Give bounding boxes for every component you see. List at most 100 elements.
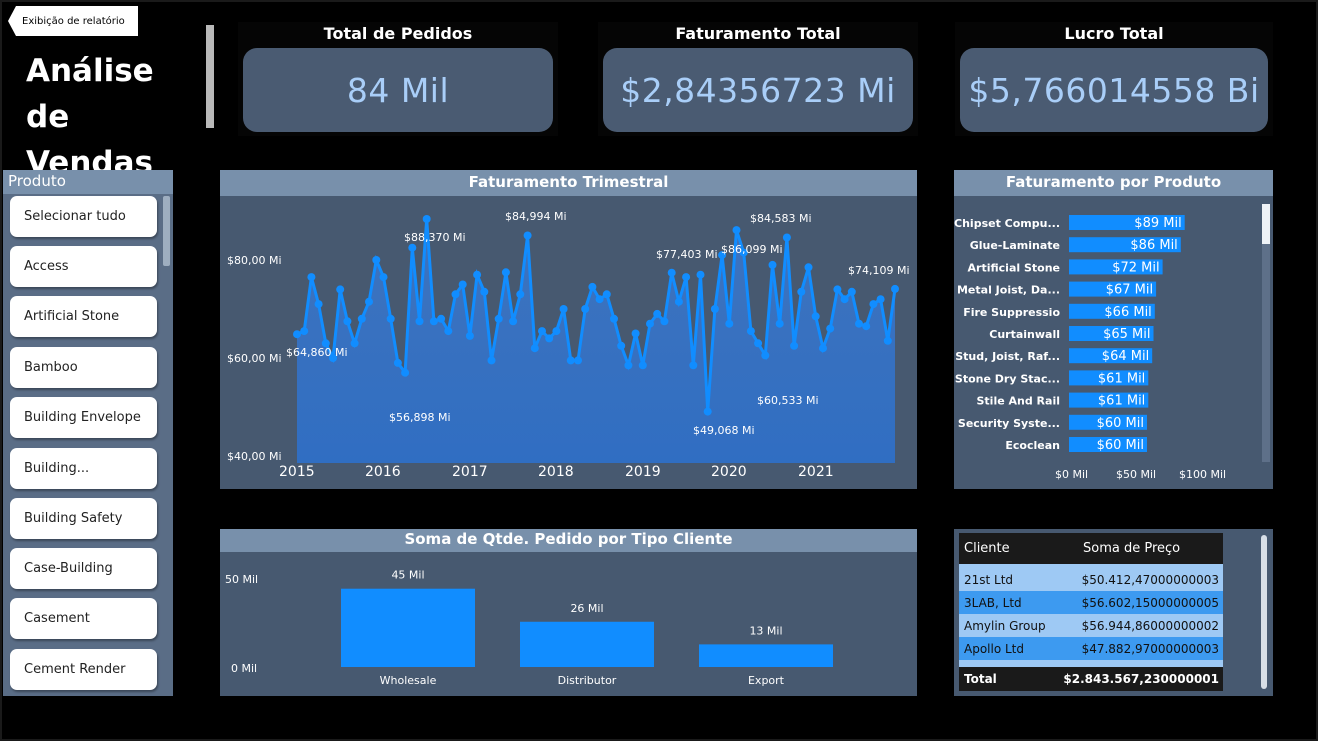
table-row[interactable]: Apollo Ltd $47.882,97000000003 <box>959 637 1223 660</box>
data-point[interactable] <box>538 327 546 336</box>
data-point[interactable] <box>401 368 410 377</box>
data-point[interactable] <box>365 297 373 306</box>
data-point[interactable] <box>595 295 604 304</box>
data-point[interactable] <box>545 334 554 343</box>
data-point[interactable] <box>667 268 676 277</box>
data-point[interactable] <box>710 305 719 313</box>
data-point[interactable] <box>811 312 820 321</box>
data-point[interactable] <box>494 314 503 323</box>
data-point[interactable] <box>891 284 899 293</box>
data-point[interactable] <box>782 233 791 242</box>
data-point[interactable] <box>646 319 654 328</box>
data-point[interactable] <box>660 317 669 326</box>
kpi-total-pedidos[interactable]: Total de Pedidos 84 Mil <box>238 22 558 136</box>
data-point[interactable] <box>674 297 683 306</box>
data-point[interactable] <box>307 273 316 282</box>
data-point[interactable] <box>293 330 301 339</box>
data-point[interactable] <box>746 327 755 336</box>
data-point[interactable] <box>509 317 518 326</box>
data-point[interactable] <box>725 319 734 328</box>
data-point[interactable] <box>847 287 856 296</box>
data-point[interactable] <box>559 305 568 313</box>
slicer-item[interactable]: Artificial Stone <box>10 296 157 337</box>
table-row[interactable]: Amylin Group $56.944,86000000002 <box>959 614 1223 637</box>
data-point[interactable] <box>523 231 532 240</box>
data-point[interactable] <box>689 361 698 370</box>
bar[interactable] <box>520 621 654 667</box>
data-point[interactable] <box>631 329 640 338</box>
table-row[interactable]: 3LAB, Ltd $56.602,15000000005 <box>959 591 1223 614</box>
line-chart-svg[interactable]: $80,00 Mi $60,00 Mi $40,00 Mi 2015 2016 … <box>220 196 917 489</box>
chart-scrollbar-thumb[interactable] <box>1262 204 1270 244</box>
data-point[interactable] <box>869 300 878 309</box>
data-point[interactable] <box>408 243 417 252</box>
data-point[interactable] <box>574 356 582 365</box>
data-point[interactable] <box>437 314 446 323</box>
column-header-soma-preco[interactable]: Soma de Preço <box>1077 533 1223 564</box>
table-row[interactable]: 21st Ltd $50.412,47000000003 <box>959 568 1223 591</box>
slicer-item[interactable]: Casement <box>10 598 157 639</box>
data-point[interactable] <box>876 295 885 304</box>
data-point[interactable] <box>732 226 741 235</box>
data-point[interactable] <box>300 327 309 336</box>
kpi-lucro-total[interactable]: Lucro Total $5,766014558 Bi <box>955 22 1273 136</box>
data-point[interactable] <box>465 331 474 340</box>
slicer-scrollbar[interactable] <box>163 196 170 266</box>
data-point[interactable] <box>357 314 366 323</box>
back-to-report-button[interactable]: Exibição de relatório <box>8 6 138 36</box>
data-point[interactable] <box>768 260 777 269</box>
slicer-item[interactable]: Cement Render <box>10 649 157 690</box>
data-point[interactable] <box>444 327 453 336</box>
data-point[interactable] <box>840 295 849 304</box>
column-header-cliente[interactable]: Cliente <box>959 533 1077 564</box>
data-point[interactable] <box>797 287 806 296</box>
data-point[interactable] <box>501 268 510 277</box>
data-point[interactable] <box>487 356 496 365</box>
bar[interactable] <box>341 588 475 667</box>
data-point[interactable] <box>855 319 863 328</box>
data-point[interactable] <box>530 344 539 353</box>
data-point[interactable] <box>790 341 799 350</box>
client-bar-svg[interactable]: 50 Mil 0 Mil 45 Mil Wholesale 26 Mil Distri… <box>220 552 917 696</box>
kpi-faturamento-total[interactable]: Faturamento Total $2,84356723 Mi <box>598 22 918 136</box>
data-point[interactable] <box>682 273 691 282</box>
data-point[interactable] <box>581 305 590 313</box>
data-point[interactable] <box>350 339 359 348</box>
data-point[interactable] <box>826 324 835 333</box>
data-point[interactable] <box>473 270 482 279</box>
data-point[interactable] <box>566 356 575 365</box>
data-point[interactable] <box>422 215 431 223</box>
bar[interactable] <box>699 644 833 667</box>
data-point[interactable] <box>624 361 633 370</box>
data-point[interactable] <box>393 358 402 367</box>
data-point[interactable] <box>638 361 647 370</box>
data-point[interactable] <box>602 290 611 299</box>
data-point[interactable] <box>458 280 467 289</box>
data-point[interactable] <box>516 290 525 299</box>
slicer-item[interactable]: Selecionar tudo <box>10 196 157 237</box>
data-point[interactable] <box>588 282 597 291</box>
data-point[interactable] <box>653 309 662 318</box>
data-point[interactable] <box>336 285 345 294</box>
data-point[interactable] <box>617 341 626 350</box>
data-point[interactable] <box>379 273 388 282</box>
data-point[interactable] <box>480 287 489 296</box>
data-point[interactable] <box>703 407 712 416</box>
data-point[interactable] <box>819 344 827 353</box>
data-point[interactable] <box>372 256 381 264</box>
slicer-item[interactable]: Building... <box>10 448 157 489</box>
data-point[interactable] <box>552 327 561 336</box>
data-point[interactable] <box>429 317 438 326</box>
data-point[interactable] <box>761 351 770 360</box>
data-point[interactable] <box>754 339 763 348</box>
slicer-item[interactable]: Bamboo <box>10 347 157 388</box>
slicer-item[interactable]: Building Safety <box>10 498 157 539</box>
slicer-item[interactable]: Access <box>10 246 157 287</box>
slicer-item[interactable]: Case-Building <box>10 548 157 589</box>
table-scrollbar[interactable] <box>1261 535 1267 689</box>
data-point[interactable] <box>775 319 784 328</box>
data-point[interactable] <box>804 263 813 272</box>
data-point[interactable] <box>386 314 395 323</box>
data-point[interactable] <box>833 285 842 294</box>
slicer-item[interactable]: Building Envelope <box>10 397 157 438</box>
